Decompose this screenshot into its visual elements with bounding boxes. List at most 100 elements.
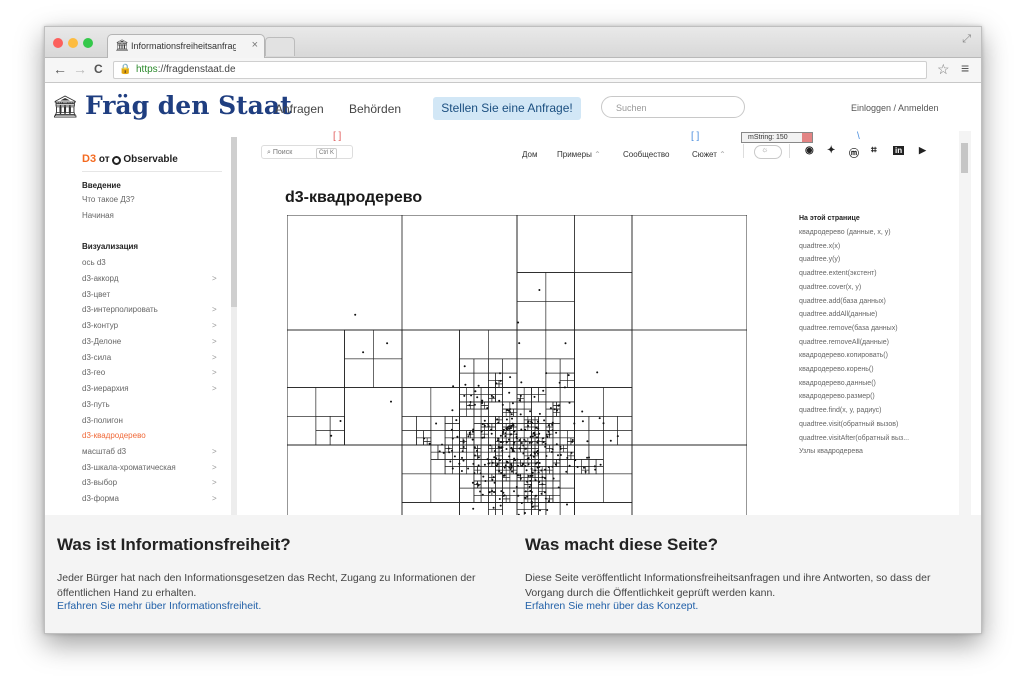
close-window-button[interactable] [53,38,63,48]
topnav-community[interactable]: Сообщество [623,150,669,159]
linkedin-icon[interactable]: in [893,146,905,155]
chevron-right-icon[interactable]: > [212,463,217,472]
toc-item[interactable]: quadtree.y(y) [799,256,840,263]
bookmark-star-icon[interactable]: ☆ [937,61,950,78]
sidebar-item[interactable]: d3-сила [82,353,111,362]
chevron-right-icon[interactable]: > [212,353,217,362]
tab-title: Informationsfreiheitsanfrag [131,41,236,51]
sidebar-item[interactable]: d3-аккорд [82,274,118,283]
sidebar-item[interactable]: d3-контур [82,321,118,330]
docs-sidebar: D3 от Observable Введение Что такое Д3? На… [57,131,237,515]
tab-close-icon[interactable]: × [252,39,258,51]
twitter-icon[interactable]: ✦ [827,145,835,156]
sidebar-item[interactable]: d3-выбор [82,478,117,487]
tab-favicon-icon: 🏛 [115,40,129,52]
sidebar-scroll-track[interactable] [231,307,237,515]
chevron-right-icon[interactable]: > [212,305,217,314]
sidebar-item[interactable]: d3-интерполировать [82,305,158,314]
sidebar-item[interactable]: d3-иерархия [82,384,129,393]
youtube-icon[interactable]: ▶ [919,145,926,156]
menu-icon[interactable]: ≡ [961,60,969,76]
toc-item[interactable]: квадродерево (данные, x, y) [799,229,891,236]
reload-button[interactable]: C [94,61,103,77]
sidebar-item[interactable]: d3-гео [82,368,105,377]
fullscreen-icon[interactable]: ⤢ [962,33,971,46]
topnav-examples[interactable]: Примеры ⌃ [557,150,601,159]
info-right-text: Diese Seite veröffentlicht Informationsf… [525,572,931,599]
toc-item[interactable]: quadtree.addAll(данные) [799,311,877,318]
toc-item[interactable]: quadtree.add(база данных) [799,298,886,305]
toc-item[interactable]: quadtree.visitAfter(обратный выз... [799,435,909,442]
theme-toggle[interactable]: ☼ [754,145,782,159]
info-right-link[interactable]: Erfahren Sie mehr über das Konzept. [525,600,698,612]
new-request-button[interactable]: Stellen Sie eine Anfrage! [433,97,581,120]
observable-logo-icon [112,156,122,165]
toc-item[interactable]: quadtree.remove(база данных) [799,325,898,332]
toc-item[interactable]: Узлы квадродерева [799,448,863,455]
info-left-link[interactable]: Erfahren Sie mehr über Informationsfreih… [57,600,261,612]
url-input[interactable]: 🔒 https://fragdenstaat.de [113,61,927,79]
chevron-right-icon[interactable]: > [212,337,217,346]
sidebar-item[interactable]: d3-путь [82,400,110,409]
site-search-input[interactable]: Suchen [601,96,745,118]
browser-tab[interactable]: 🏛 Informationsfreiheitsanfrag × [107,34,265,58]
slack-icon[interactable]: ⌗ [871,145,877,156]
sidebar-item[interactable]: ось d3 [82,258,106,267]
github-icon[interactable]: ◉ [805,145,814,156]
sidebar-item[interactable]: d3-квадродерево [82,431,146,440]
back-button[interactable]: ← [53,61,67,77]
chevron-right-icon[interactable]: > [212,384,217,393]
sidebar-item[interactable]: Что такое Д3? [82,195,135,204]
info-right-title: Was macht diese Seite? [525,535,719,554]
chevron-right-icon[interactable]: > [212,321,217,330]
zoom-window-button[interactable] [83,38,93,48]
minimize-window-button[interactable] [68,38,78,48]
sidebar-scrollbar[interactable] [231,137,237,307]
toc-item[interactable]: quadtree.x(x) [799,243,840,250]
topnav-plot[interactable]: Сюжет ⌃ [692,150,726,159]
toc-item[interactable]: quadtree.find(x, y, радиус) [799,407,882,414]
chevron-right-icon[interactable]: > [212,274,217,283]
toc-item[interactable]: quadtree.removeAll(данные) [799,339,889,346]
info-left-title: Was ist Informationsfreiheit? [57,535,291,554]
chevron-right-icon[interactable]: > [212,368,217,377]
toc-item[interactable]: quadtree.extent(экстент) [799,270,877,277]
url-host: ://fragdenstaat.de [157,64,236,75]
sun-icon: ☼ [761,145,769,154]
toc-item[interactable]: квадродерево.данные() [799,380,876,387]
topnav-examples-label: Примеры [557,150,592,159]
toc-item[interactable]: quadtree.visit(обратный вызов) [799,421,898,428]
sidebar-item[interactable]: d3-форма [82,494,119,503]
sidebar-item[interactable]: d3-цвет [82,290,110,299]
sidebar-item[interactable]: Начиная [82,211,114,220]
observable-brand[interactable]: D3 от Observable [82,153,178,165]
sidebar-item[interactable]: d3-полигон [82,416,123,425]
page-scrollbar-thumb[interactable] [961,143,968,173]
sidebar-item[interactable]: d3-Делоне [82,337,121,346]
site-info-section: Was ist Informationsfreiheit? Jeder Bürg… [45,515,981,633]
toc-item[interactable]: квадродерево.корень() [799,366,874,373]
chevron-right-icon[interactable]: > [212,447,217,456]
page-scrollbar[interactable] [959,131,971,515]
toc-item[interactable]: квадродерево.размер() [799,393,875,400]
chevron-right-icon[interactable]: > [212,494,217,503]
docs-search-input[interactable]: ⌕ Поиск Ctrl K [261,145,353,159]
debug-pink-block [802,133,812,142]
login-link[interactable]: Einloggen / Anmelden [851,103,939,113]
chevron-down-icon: ⌃ [719,150,726,159]
building-icon: 🏛 [51,95,79,120]
toc-item[interactable]: quadtree.cover(x, y) [799,284,861,291]
url-scheme: https [136,64,158,75]
mastodon-icon[interactable]: ⓜ [849,145,859,160]
sidebar-item[interactable]: d3-шкала-хроматическая [82,463,176,472]
nav-anfragen[interactable]: Anfragen [275,102,324,116]
nav-behoerden[interactable]: Behörden [349,102,401,116]
sidebar-item[interactable]: масштаб d3 [82,447,126,456]
toc-item[interactable]: квадродерево.копировать() [799,352,888,359]
forward-button[interactable]: → [73,61,87,77]
nav-separator-2 [789,144,790,158]
new-tab-button[interactable] [265,37,295,56]
site-logo[interactable]: 🏛 Fräg den Staat [51,91,292,120]
chevron-right-icon[interactable]: > [212,478,217,487]
topnav-home[interactable]: Дом [522,150,537,159]
